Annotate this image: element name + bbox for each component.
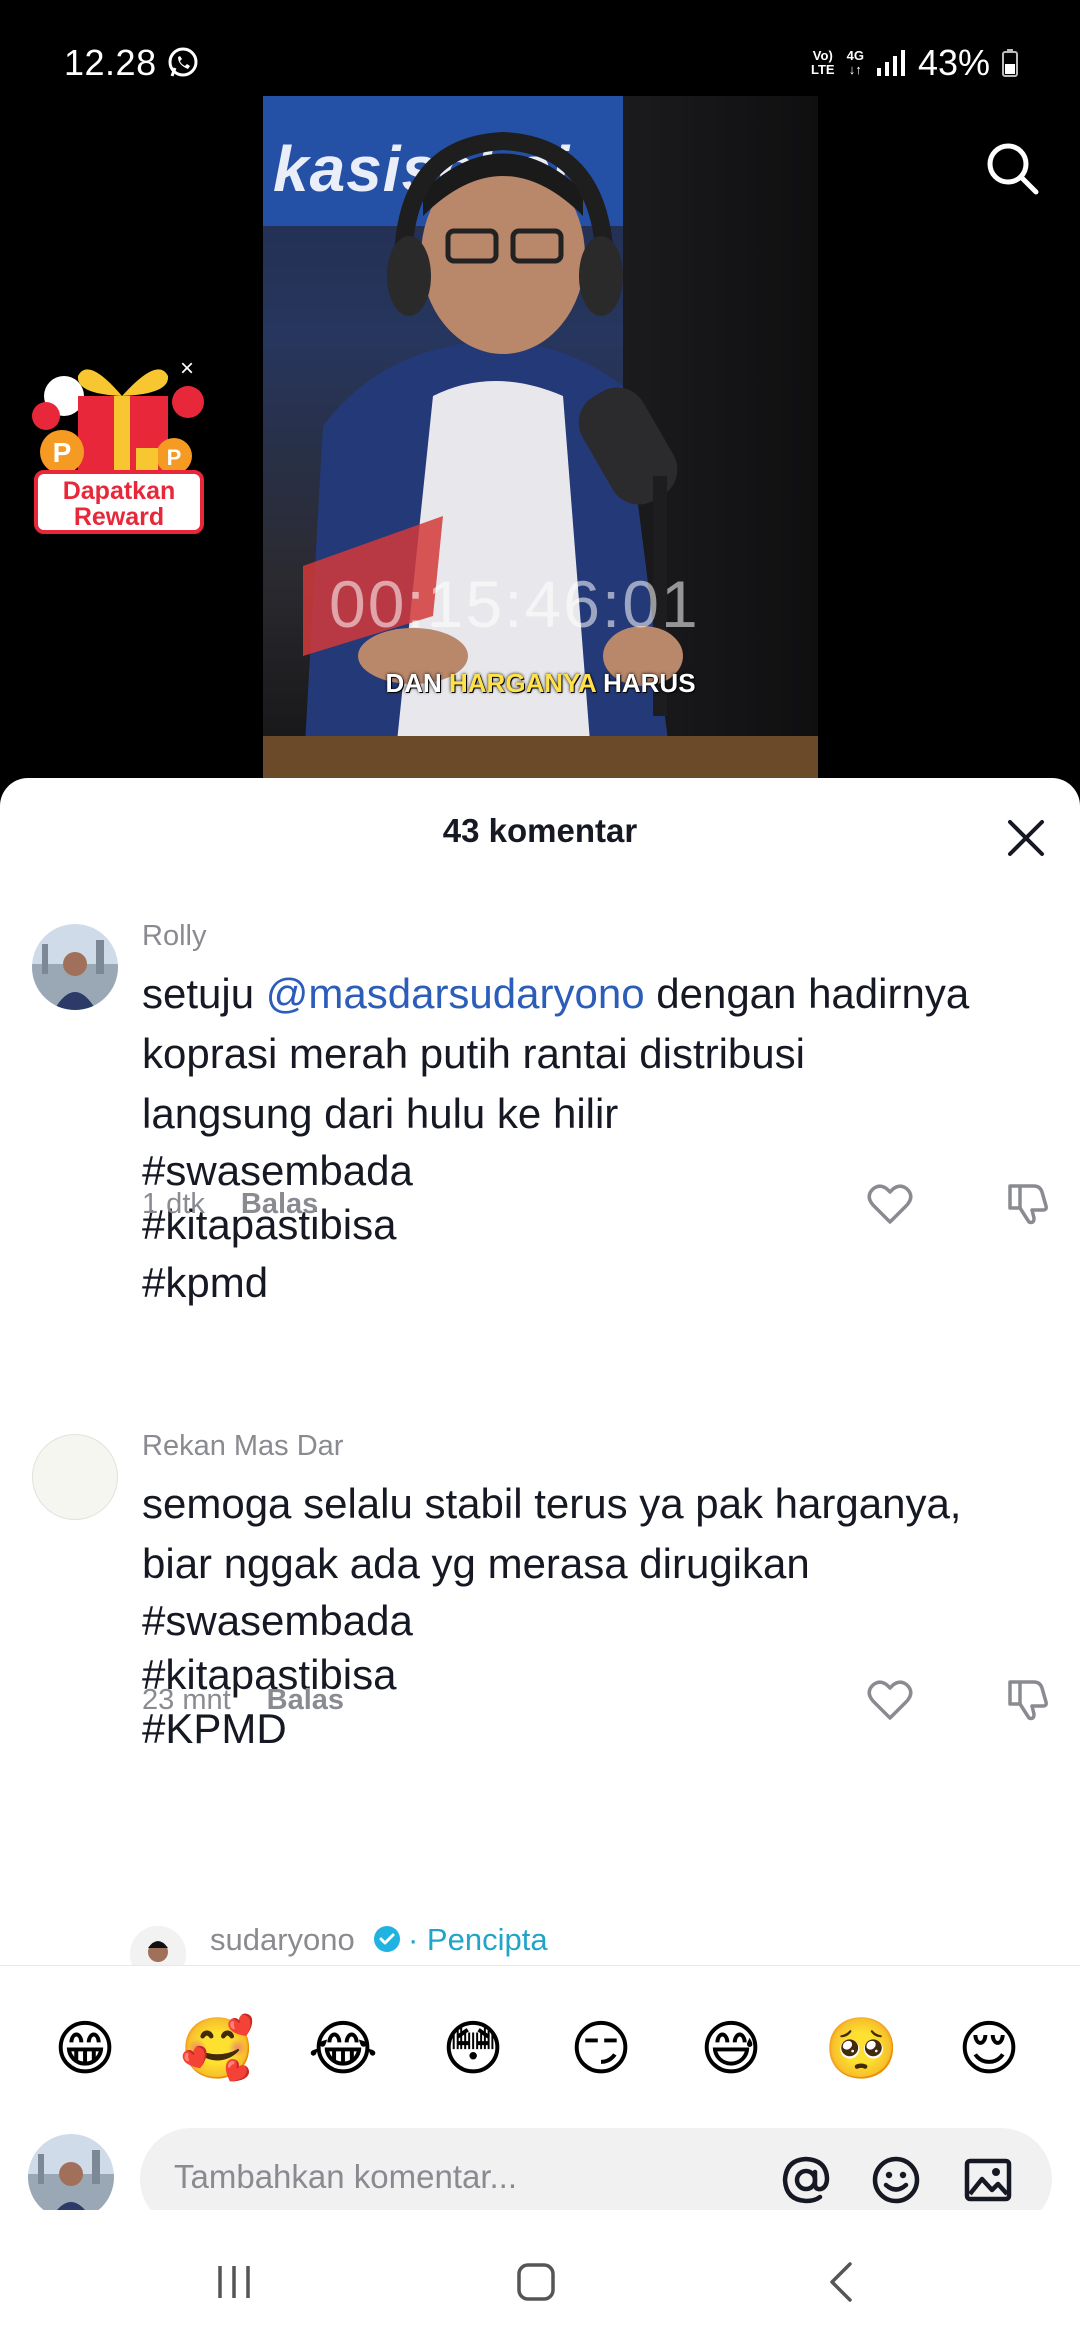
avatar[interactable] bbox=[32, 924, 118, 1010]
creator-username[interactable]: sudaryono bbox=[210, 1922, 355, 1958]
creator-reply-preview[interactable]: sudaryono · Pencipta bbox=[0, 1916, 1080, 1982]
emoji-pleading-button[interactable]: 🥺 bbox=[824, 2014, 899, 2084]
comment-text: setuju @masdarsudaryono dengan hadirnya … bbox=[142, 964, 972, 1314]
emoji-relieved-button[interactable]: 😌 bbox=[954, 2014, 1024, 2084]
comment-input[interactable] bbox=[174, 2158, 714, 2196]
volte-indicator: Vo) LTE bbox=[811, 48, 835, 77]
emoji-grin-button[interactable]: 😁 bbox=[50, 2014, 120, 2084]
avatar[interactable] bbox=[32, 1434, 118, 1520]
status-time: 12.28 bbox=[64, 42, 157, 83]
search-icon[interactable] bbox=[984, 140, 1040, 196]
avatar bbox=[28, 2134, 114, 2220]
emoji-flushed-button[interactable]: 😳 bbox=[438, 2014, 508, 2084]
svg-text:P: P bbox=[53, 437, 72, 468]
reply-button[interactable]: Balas bbox=[267, 1684, 344, 1716]
status-bar: 12.28 Vo) LTE 4G ↓↑ 43% bbox=[0, 0, 1080, 96]
close-icon[interactable] bbox=[1004, 816, 1048, 860]
emoji-laugh-button[interactable]: 😂 bbox=[308, 2014, 378, 2084]
emoji-icon[interactable] bbox=[870, 2154, 922, 2206]
thumbs-down-icon[interactable] bbox=[1004, 1674, 1052, 1722]
at-mention-icon[interactable] bbox=[780, 2154, 832, 2206]
heart-icon[interactable] bbox=[866, 1678, 914, 1722]
emoji-hearts-button[interactable]: 🥰 bbox=[180, 2014, 255, 2084]
reward-label: Dapatkan Reward bbox=[34, 470, 204, 534]
back-icon[interactable] bbox=[822, 2260, 862, 2304]
emoji-quick-bar: 😁 🥰 😂 😳 😏 😅 🥺 😌 bbox=[0, 1965, 1080, 2115]
battery-percent: 43% bbox=[917, 42, 990, 83]
recent-apps-icon[interactable] bbox=[214, 2262, 254, 2302]
mention-link[interactable]: @masdarsudaryono bbox=[266, 970, 645, 1017]
video-timecode: 00:15:46:01 bbox=[329, 567, 700, 641]
video-caption: DAN HARGANYA HARUS bbox=[385, 668, 696, 698]
battery-icon bbox=[1002, 49, 1018, 77]
signal-icon bbox=[876, 50, 905, 76]
comment-timestamp: 1 dtk bbox=[142, 1188, 205, 1220]
verified-icon bbox=[374, 1926, 400, 1952]
comment-meta: 23 mnt Balas bbox=[142, 1684, 344, 1717]
video-frame[interactable]: kasisebsi 00:15:46:01 DAN HARGANYA HARUS bbox=[263, 96, 818, 780]
emoji-sweat-smile-button[interactable]: 😅 bbox=[696, 2014, 766, 2084]
comment-username[interactable]: Rolly bbox=[142, 920, 206, 953]
comments-sheet: 43 komentar Rolly setuju @masdarsudaryon… bbox=[0, 778, 1080, 2340]
comment-input-bar bbox=[0, 2098, 1080, 2230]
comment-username[interactable]: Rekan Mas Dar bbox=[142, 1430, 343, 1463]
thumbs-down-icon[interactable] bbox=[1004, 1178, 1052, 1226]
heart-icon[interactable] bbox=[866, 1182, 914, 1226]
reply-button[interactable]: Balas bbox=[241, 1188, 318, 1220]
emoji-smirk-button[interactable]: 😏 bbox=[566, 2014, 636, 2084]
hashtag-link[interactable]: #kpmd bbox=[142, 1252, 972, 1314]
network-4g-indicator: 4G ↓↑ bbox=[846, 48, 864, 77]
system-nav-bar bbox=[0, 2210, 1080, 2340]
whatsapp-icon bbox=[168, 47, 198, 77]
image-icon[interactable] bbox=[962, 2154, 1014, 2206]
creator-badge: · Pencipta bbox=[408, 1922, 548, 1957]
svg-text:P: P bbox=[167, 445, 182, 470]
reward-close-button[interactable]: × bbox=[174, 356, 200, 382]
hashtag-link[interactable]: #swasembada bbox=[142, 1594, 972, 1648]
home-icon[interactable] bbox=[516, 2262, 556, 2302]
comment-timestamp: 23 mnt bbox=[142, 1684, 231, 1716]
comment-meta: 1 dtk Balas bbox=[142, 1188, 318, 1221]
comments-count-title: 43 komentar bbox=[442, 812, 638, 849]
